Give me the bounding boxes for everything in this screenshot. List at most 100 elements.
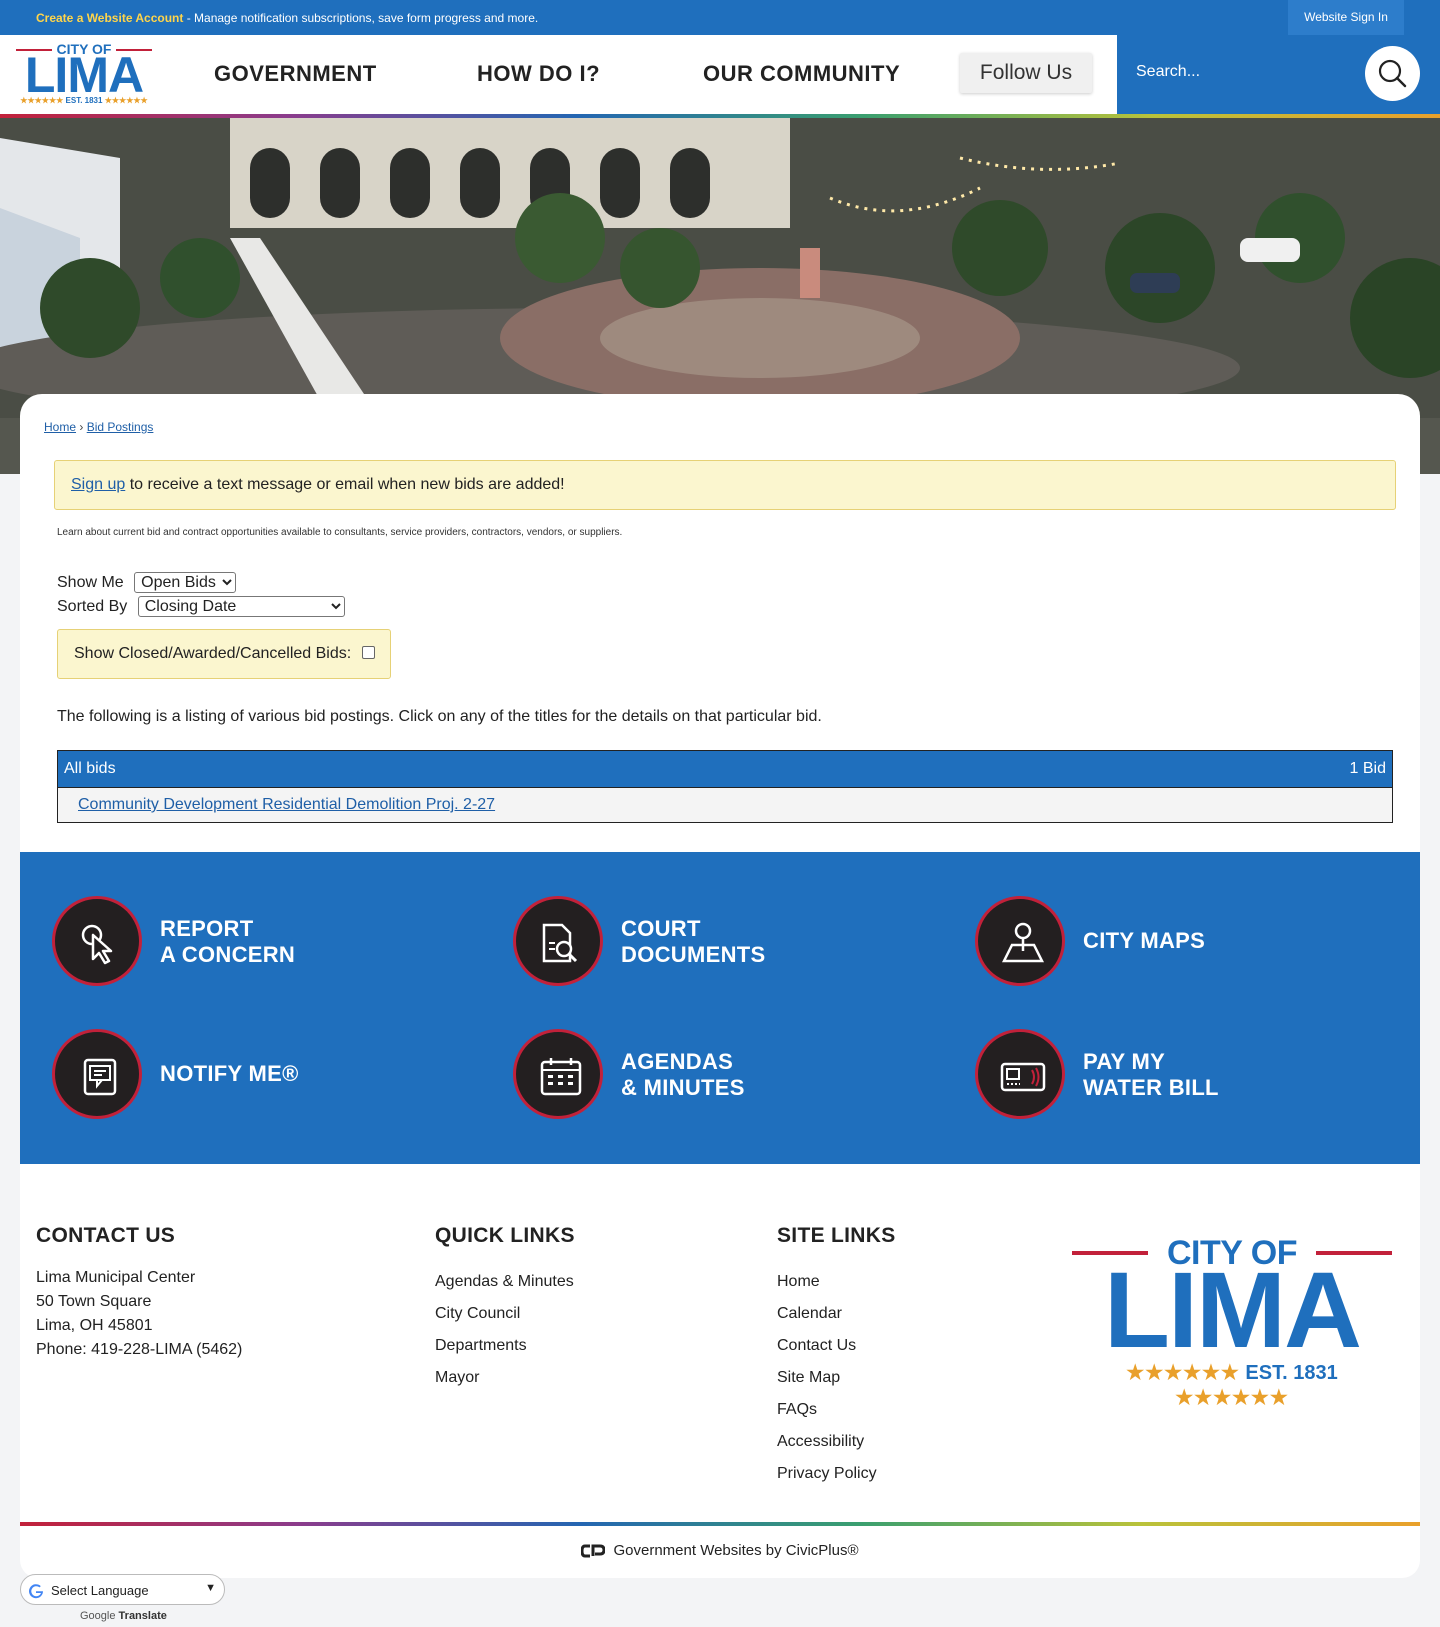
breadcrumb-home[interactable]: Home: [44, 420, 76, 434]
sorted-by-select[interactable]: Closing Date: [137, 596, 345, 617]
google-icon: [29, 1584, 43, 1599]
nav-how-do-i[interactable]: HOW DO I?: [477, 61, 600, 87]
show-closed-label: Show Closed/Awarded/Cancelled Bids:: [74, 645, 352, 662]
agendas-minutes-icon-circle: [513, 1029, 603, 1119]
show-closed-checkbox[interactable]: [362, 646, 375, 659]
create-account-desc: - Manage notification subscriptions, sav…: [183, 11, 539, 25]
show-closed-box: Show Closed/Awarded/Cancelled Bids:: [57, 629, 391, 679]
agendas-minutes-button[interactable]: AGENDAS & MINUTES: [513, 1029, 953, 1119]
quick-links-panel: REPORT A CONCERN COURT DOCUMENTS CITY MAPS…: [20, 852, 1420, 1164]
search-button[interactable]: [1365, 46, 1420, 101]
pay-water-bill-icon-circle: [975, 1029, 1065, 1119]
listing-description: The following is a listing of various bi…: [57, 708, 822, 725]
document-search-icon: [542, 923, 578, 963]
notify-me-button[interactable]: NOTIFY ME®: [52, 1029, 492, 1119]
logo-lima: LIMA: [24, 47, 144, 103]
show-me-select[interactable]: Open Bids: [134, 572, 237, 593]
report-concern-label: REPORT A CONCERN: [160, 916, 296, 967]
report-concern-button[interactable]: REPORT A CONCERN: [52, 896, 492, 986]
bill-icon: [1000, 1062, 1046, 1092]
bids-category-title: All bids: [64, 760, 116, 777]
signup-alert-text: to receive a text message or email when …: [125, 476, 565, 493]
follow-us-button[interactable]: Follow Us: [960, 53, 1092, 93]
search-box: Search...: [1117, 35, 1440, 114]
chevron-down-icon: ▼: [205, 1582, 216, 1594]
site-link[interactable]: Home: [777, 1266, 896, 1298]
powered-translate: Translate: [118, 1610, 167, 1622]
notify-icon: [83, 1058, 117, 1096]
language-select[interactable]: Select Language ▼: [20, 1574, 225, 1605]
report-concern-icon-circle: [52, 896, 142, 986]
agendas-minutes-label: AGENDAS & MINUTES: [621, 1049, 745, 1100]
site-header: CITY OF LIMA ★★★★★★ EST. 1831 ★★★★★★ GOV…: [0, 35, 1440, 117]
create-account-link[interactable]: Create a Website Account: [36, 11, 183, 25]
search-input[interactable]: Search...: [1136, 63, 1200, 81]
court-documents-icon-circle: [513, 896, 603, 986]
city-maps-label: CITY MAPS: [1083, 928, 1206, 953]
quick-link[interactable]: City Council: [435, 1298, 575, 1330]
quick-link[interactable]: Departments: [435, 1330, 575, 1362]
contact-line: Lima Municipal Center: [36, 1269, 196, 1286]
calendar-icon: [540, 1058, 582, 1096]
contact-line: 50 Town Square: [36, 1293, 152, 1310]
pointer-icon: [81, 924, 113, 965]
contact-heading: CONTACT US: [36, 1224, 176, 1247]
quick-links-heading: QUICK LINKS: [435, 1224, 575, 1247]
quick-link[interactable]: Mayor: [435, 1362, 575, 1394]
breadcrumb-bid-postings[interactable]: Bid Postings: [87, 420, 154, 434]
pay-water-bill-label: PAY MY WATER BILL: [1083, 1049, 1219, 1100]
notify-me-icon-circle: [52, 1029, 142, 1119]
top-utility-bar: Create a Website Account - Manage notifi…: [0, 0, 1440, 35]
bid-title-link[interactable]: Community Development Residential Demoli…: [78, 796, 495, 813]
search-icon: [1378, 59, 1407, 88]
site-link[interactable]: FAQs: [777, 1394, 896, 1426]
city-maps-button[interactable]: CITY MAPS: [975, 896, 1415, 986]
site-link[interactable]: Site Map: [777, 1362, 896, 1394]
signup-link[interactable]: Sign up: [71, 476, 125, 493]
site-link[interactable]: Privacy Policy: [777, 1458, 896, 1490]
signup-alert: Sign up to receive a text message or ema…: [54, 460, 1396, 510]
bids-count: 1 Bid: [1349, 760, 1386, 777]
site-link[interactable]: Accessibility: [777, 1426, 896, 1458]
court-documents-button[interactable]: COURT DOCUMENTS: [513, 896, 953, 986]
show-me-label: Show Me: [57, 574, 124, 591]
nav-government[interactable]: GOVERNMENT: [214, 61, 377, 87]
main-content-card: Home › Bid Postings Sign up to receive a…: [20, 394, 1420, 1578]
sorted-by-row: Sorted By Closing Date: [57, 596, 345, 617]
map-pin-icon: [1001, 922, 1045, 963]
city-logo[interactable]: CITY OF LIMA ★★★★★★ EST. 1831 ★★★★★★: [14, 41, 154, 107]
notify-me-label: NOTIFY ME®: [160, 1061, 299, 1086]
contact-line: Lima, OH 45801: [36, 1317, 153, 1334]
site-link[interactable]: Calendar: [777, 1298, 896, 1330]
site-links-heading: SITE LINKS: [777, 1224, 896, 1247]
footer-rainbow-divider: [20, 1522, 1420, 1526]
bids-table: All bids 1 Bid Community Development Res…: [57, 750, 1393, 823]
civicplus-icon: [581, 1544, 606, 1558]
account-message: Create a Website Account - Manage notifi…: [36, 11, 538, 25]
breadcrumb-separator: ›: [79, 420, 84, 434]
intro-text: Learn about current bid and contract opp…: [57, 527, 623, 538]
footer-site-links: SITE LINKS Home Calendar Contact Us Site…: [777, 1224, 896, 1490]
logo-est: ★★★★★★ EST. 1831 ★★★★★★: [20, 96, 148, 105]
site-link[interactable]: Contact Us: [777, 1330, 896, 1362]
city-maps-icon-circle: [975, 896, 1065, 986]
footer-logo-lima: LIMA: [1104, 1249, 1362, 1370]
contact-phone: Phone: 419-228-LIMA (5462): [36, 1341, 243, 1358]
footer-quick-links: QUICK LINKS Agendas & Minutes City Counc…: [435, 1224, 575, 1394]
civicplus-text: Government Websites by CivicPlus®: [613, 1542, 859, 1559]
website-sign-in-button[interactable]: Website Sign In: [1288, 0, 1404, 35]
language-select-label: Select Language: [51, 1583, 149, 1598]
bids-header: All bids 1 Bid: [58, 751, 1392, 787]
nav-our-community[interactable]: OUR COMMUNITY: [703, 61, 900, 87]
powered-by-google-translate[interactable]: Google Translate: [80, 1610, 167, 1622]
quick-link[interactable]: Agendas & Minutes: [435, 1266, 575, 1298]
footer-city-logo[interactable]: CITY OF LIMA ★★★★★★ EST. 1831 ★★★★★★: [1072, 1234, 1392, 1409]
civicplus-credit[interactable]: Government Websites by CivicPlus®: [20, 1542, 1420, 1559]
pay-water-bill-button[interactable]: PAY MY WATER BILL: [975, 1029, 1415, 1119]
footer-logo-est: ★★★★★★ EST. 1831 ★★★★★★: [1126, 1362, 1338, 1409]
sorted-by-label: Sorted By: [57, 598, 128, 615]
footer-contact: CONTACT US Lima Municipal Center 50 Town…: [36, 1224, 242, 1362]
court-documents-label: COURT DOCUMENTS: [621, 916, 766, 967]
bid-row: Community Development Residential Demoli…: [58, 787, 1392, 822]
powered-google: Google: [80, 1610, 116, 1622]
